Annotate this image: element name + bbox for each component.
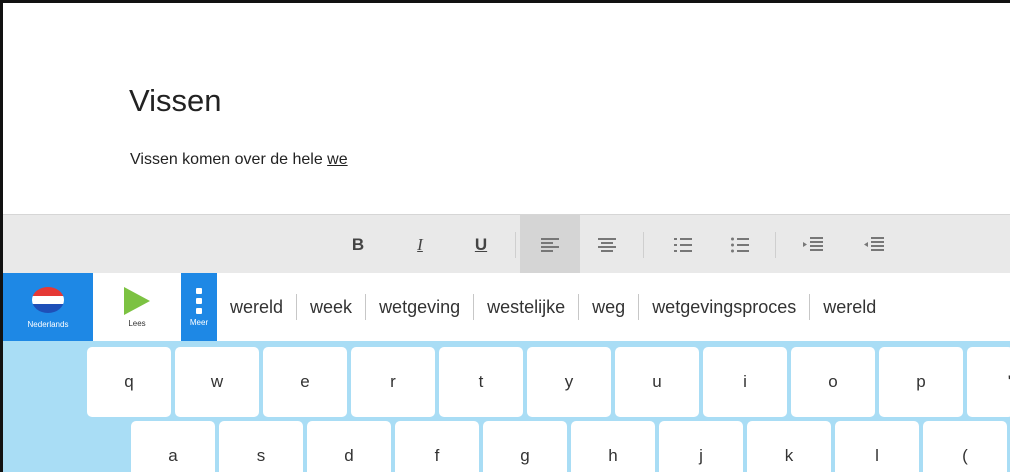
- outdent-button[interactable]: [850, 215, 898, 274]
- read-button[interactable]: Lees: [93, 273, 181, 341]
- suggestion-item[interactable]: wetgeving: [366, 297, 473, 318]
- document-body[interactable]: Vissen komen over de hele we: [130, 151, 348, 169]
- read-label: Lees: [128, 318, 146, 328]
- align-center-button[interactable]: [583, 215, 631, 274]
- key-a[interactable]: a: [131, 421, 215, 472]
- key-o[interactable]: o: [791, 347, 875, 417]
- play-icon: [124, 286, 150, 315]
- toolbar-divider: [775, 232, 776, 258]
- key-q[interactable]: q: [87, 347, 171, 417]
- suggestion-item[interactable]: wetgevingsproces: [639, 297, 809, 318]
- key-s[interactable]: s: [219, 421, 303, 472]
- underline-button[interactable]: U: [457, 215, 505, 274]
- indent-button[interactable]: [789, 215, 837, 274]
- more-label: Meer: [189, 317, 209, 327]
- document-title: Vissen: [129, 83, 222, 118]
- key-j[interactable]: j: [659, 421, 743, 472]
- more-dots-icon: [196, 287, 202, 314]
- numbered-list-icon: [674, 237, 692, 252]
- numbered-list-button[interactable]: [659, 215, 707, 274]
- word-suggestions: wereld week wetgeving westelijke weg wet…: [217, 273, 889, 341]
- key-i[interactable]: i: [703, 347, 787, 417]
- key-e[interactable]: e: [263, 347, 347, 417]
- suggestion-item[interactable]: week: [297, 297, 365, 318]
- italic-button[interactable]: I: [396, 215, 444, 274]
- key-k[interactable]: k: [747, 421, 831, 472]
- app-window: Vissen Vissen komen over de hele we B I …: [0, 0, 1010, 472]
- current-word: we: [327, 151, 348, 168]
- key-open-paren[interactable]: (: [923, 421, 1007, 472]
- key-u[interactable]: u: [615, 347, 699, 417]
- onscreen-keyboard: q w e r t y u i o p ' a s d f g h j k l …: [3, 341, 1010, 472]
- key-w[interactable]: w: [175, 347, 259, 417]
- toolbar-divider: [515, 232, 516, 258]
- key-g[interactable]: g: [483, 421, 567, 472]
- key-p[interactable]: p: [879, 347, 963, 417]
- outdent-icon: [864, 236, 884, 251]
- bold-button[interactable]: B: [334, 215, 382, 274]
- align-left-button[interactable]: [520, 215, 580, 274]
- align-center-icon: [598, 237, 616, 252]
- suggestion-item[interactable]: wereld: [810, 297, 889, 318]
- language-label: Nederlands: [27, 319, 69, 329]
- align-left-icon: [541, 237, 559, 252]
- suggestion-item[interactable]: westelijke: [474, 297, 578, 318]
- format-toolbar: B I U: [3, 214, 1010, 274]
- bullet-list-button[interactable]: [716, 215, 764, 274]
- dutch-flag-icon: [32, 286, 64, 313]
- key-l[interactable]: l: [835, 421, 919, 472]
- key-h[interactable]: h: [571, 421, 655, 472]
- toolbar-divider: [643, 232, 644, 258]
- language-button[interactable]: Nederlands: [3, 273, 93, 341]
- key-d[interactable]: d: [307, 421, 391, 472]
- suggestion-item[interactable]: wereld: [217, 297, 296, 318]
- body-text: Vissen komen over de hele: [130, 151, 328, 168]
- indent-icon: [803, 236, 823, 251]
- key-t[interactable]: t: [439, 347, 523, 417]
- bullet-list-icon: [731, 237, 749, 252]
- more-button[interactable]: Meer: [181, 273, 217, 341]
- key-y[interactable]: y: [527, 347, 611, 417]
- document-area[interactable]: Vissen Vissen komen over de hele we: [3, 3, 1010, 214]
- suggestion-item[interactable]: weg: [579, 297, 638, 318]
- key-apostrophe[interactable]: ': [967, 347, 1010, 417]
- key-f[interactable]: f: [395, 421, 479, 472]
- suggestion-strip: Nederlands Lees Meer wereld week wetgevi…: [3, 273, 1010, 341]
- key-r[interactable]: r: [351, 347, 435, 417]
